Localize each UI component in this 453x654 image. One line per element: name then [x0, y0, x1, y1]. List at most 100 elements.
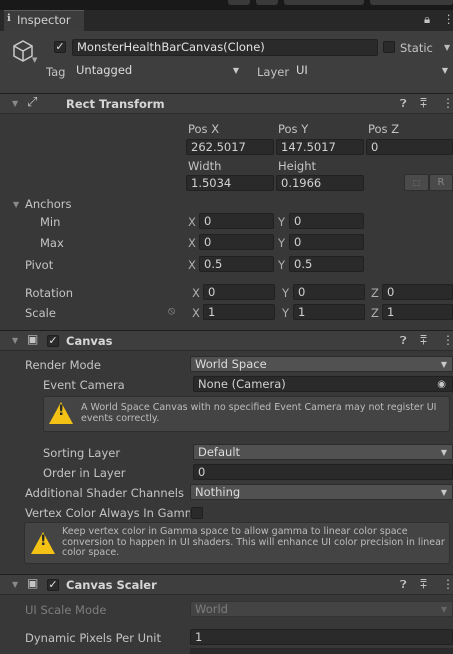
component-title: Rect Transform: [66, 97, 165, 111]
kebab-icon[interactable]: ⋮: [442, 577, 453, 591]
event-camera-field[interactable]: None (Camera) ◉: [193, 376, 453, 392]
canvas-scaler-header[interactable]: ▼ ▣ ✓ Canvas Scaler ❓︎ ⩱ ⋮: [0, 574, 453, 595]
min-label: Min: [40, 215, 61, 229]
z-label: Z: [371, 306, 379, 320]
unlinked-scale-icon[interactable]: ⦸: [168, 304, 175, 318]
help-icon[interactable]: ❓︎: [400, 97, 407, 111]
foldout-arrow-icon[interactable]: ▼: [12, 99, 18, 108]
render-mode-value: World Space: [195, 357, 267, 371]
pivot-y-field[interactable]: 0.5: [289, 256, 364, 272]
chevron-down-icon: ▼: [232, 66, 239, 75]
object-picker-icon[interactable]: ◉: [437, 377, 446, 391]
x-label: X: [188, 215, 196, 229]
render-mode-label: Render Mode: [25, 358, 101, 372]
pos-x-label: Pos X: [188, 122, 220, 136]
component-title: Canvas: [66, 334, 113, 348]
gameobject-cube-icon[interactable]: [12, 39, 34, 63]
event-camera-warning-box: ! A World Space Canvas with no specified…: [43, 396, 450, 432]
pos-z-label: Pos Z: [368, 122, 400, 136]
event-camera-label: Event Camera: [43, 378, 125, 392]
chevron-down-icon: ▼: [440, 360, 447, 369]
shader-channels-dropdown[interactable]: Nothing ▼: [190, 484, 453, 500]
tag-dropdown[interactable]: Untagged ▼: [72, 63, 244, 79]
warning-icon: !: [49, 402, 73, 424]
kebab-icon[interactable]: ⋮: [442, 96, 453, 110]
static-checkbox[interactable]: [383, 41, 395, 53]
active-checkbox[interactable]: ✓: [54, 41, 66, 53]
anchor-min-x-field[interactable]: 0: [199, 213, 274, 229]
rect-transform-header[interactable]: ▼ ⤢ Rect Transform ❓︎ ⩱ ⋮: [0, 93, 453, 114]
foldout-arrow-icon[interactable]: ▼: [12, 580, 18, 589]
rotation-y-field[interactable]: 0: [293, 284, 365, 300]
pos-y-field[interactable]: 147.5017: [276, 139, 364, 155]
raw-edit-button[interactable]: R: [429, 174, 453, 191]
scale-x-field[interactable]: 1: [203, 304, 275, 320]
tab-label: Inspector: [17, 13, 71, 27]
chevron-down-icon: ▼: [440, 488, 447, 497]
preset-icon[interactable]: ⩱: [420, 577, 427, 592]
dynamic-pixels-field[interactable]: 1: [190, 629, 453, 645]
x-label: X: [192, 306, 200, 320]
kebab-icon[interactable]: ⋮: [443, 12, 453, 26]
gameobject-name-input[interactable]: MonsterHealthBarCanvas(Clone): [72, 39, 378, 56]
blueprint-mode-button[interactable]: ⬚: [404, 174, 429, 191]
anchor-min-y-field[interactable]: 0: [289, 213, 364, 229]
order-in-layer-label: Order in Layer: [43, 466, 126, 480]
kebab-icon[interactable]: ⋮: [442, 333, 453, 347]
chevron-down-icon: ▼: [441, 66, 448, 75]
canvas-scaler-enabled-checkbox[interactable]: ✓: [47, 579, 59, 591]
y-label: Y: [282, 286, 290, 300]
preset-icon[interactable]: ⩱: [420, 333, 427, 348]
vertex-color-info-box: ! Keep vertex color in Gamma space to al…: [24, 522, 450, 564]
canvas-header[interactable]: ▼ ▣ ✓ Canvas ❓︎ ⩱ ⋮: [0, 330, 453, 351]
static-label: Static: [400, 41, 433, 55]
pos-x-field[interactable]: 262.5017: [186, 139, 274, 155]
rotation-label: Rotation: [25, 286, 74, 300]
scale-y-field[interactable]: 1: [293, 304, 365, 320]
anchor-max-y-field[interactable]: 0: [289, 234, 364, 250]
layer-dropdown[interactable]: UI ▼: [292, 63, 453, 79]
toolbar-dropdown[interactable]: [284, 0, 364, 5]
rotation-z-field[interactable]: 0: [382, 284, 453, 300]
chevron-down-icon: ▼: [440, 448, 447, 457]
preset-icon[interactable]: ⩱: [420, 96, 427, 111]
rect-transform-icon: ⤢: [27, 95, 38, 110]
chevron-down-icon: ▼: [440, 605, 447, 614]
icon-dropdown-arrow-icon[interactable]: ▼: [32, 56, 37, 64]
toolbar-button[interactable]: [228, 0, 250, 5]
pivot-label: Pivot: [25, 258, 54, 272]
toolbar-dropdown[interactable]: [370, 0, 453, 5]
editor-toolbar-strip: [0, 0, 453, 10]
order-in-layer-field[interactable]: 0: [193, 464, 453, 480]
pos-z-field[interactable]: 0: [366, 139, 453, 155]
toolbar-button[interactable]: [256, 0, 278, 5]
dynamic-pixels-label: Dynamic Pixels Per Unit: [25, 631, 162, 645]
x-label: X: [188, 258, 196, 272]
lock-icon[interactable]: 🔒︎: [424, 12, 430, 27]
anchor-max-x-field[interactable]: 0: [199, 234, 274, 250]
max-label: Max: [40, 236, 64, 250]
help-icon[interactable]: ❓︎: [400, 578, 407, 592]
height-field[interactable]: 0.1966: [276, 175, 364, 191]
height-label: Height: [278, 159, 317, 173]
canvas-enabled-checkbox[interactable]: ✓: [47, 335, 59, 347]
scale-label: Scale: [25, 306, 56, 320]
next-row-partial: [0, 648, 453, 654]
y-label: Y: [278, 215, 286, 229]
rotation-x-field[interactable]: 0: [203, 284, 275, 300]
width-label: Width: [188, 159, 222, 173]
foldout-arrow-icon[interactable]: ▼: [12, 336, 18, 345]
ui-scale-mode-label: UI Scale Mode: [25, 603, 107, 617]
anchors-label: Anchors: [25, 197, 72, 211]
pivot-x-field[interactable]: 0.5: [199, 256, 274, 272]
width-field[interactable]: 1.5034: [186, 175, 274, 191]
sorting-layer-dropdown[interactable]: Default ▼: [193, 444, 453, 460]
scale-z-field[interactable]: 1: [382, 304, 453, 320]
help-icon[interactable]: ❓︎: [400, 334, 407, 348]
anchors-foldout-icon[interactable]: ▼: [13, 200, 19, 209]
render-mode-dropdown[interactable]: World Space ▼: [190, 356, 453, 372]
shader-channels-value: Nothing: [195, 485, 241, 499]
tag-value: Untagged: [76, 63, 133, 77]
static-dropdown-arrow-icon[interactable]: ▼: [444, 43, 450, 52]
vertex-color-checkbox[interactable]: [191, 507, 203, 519]
